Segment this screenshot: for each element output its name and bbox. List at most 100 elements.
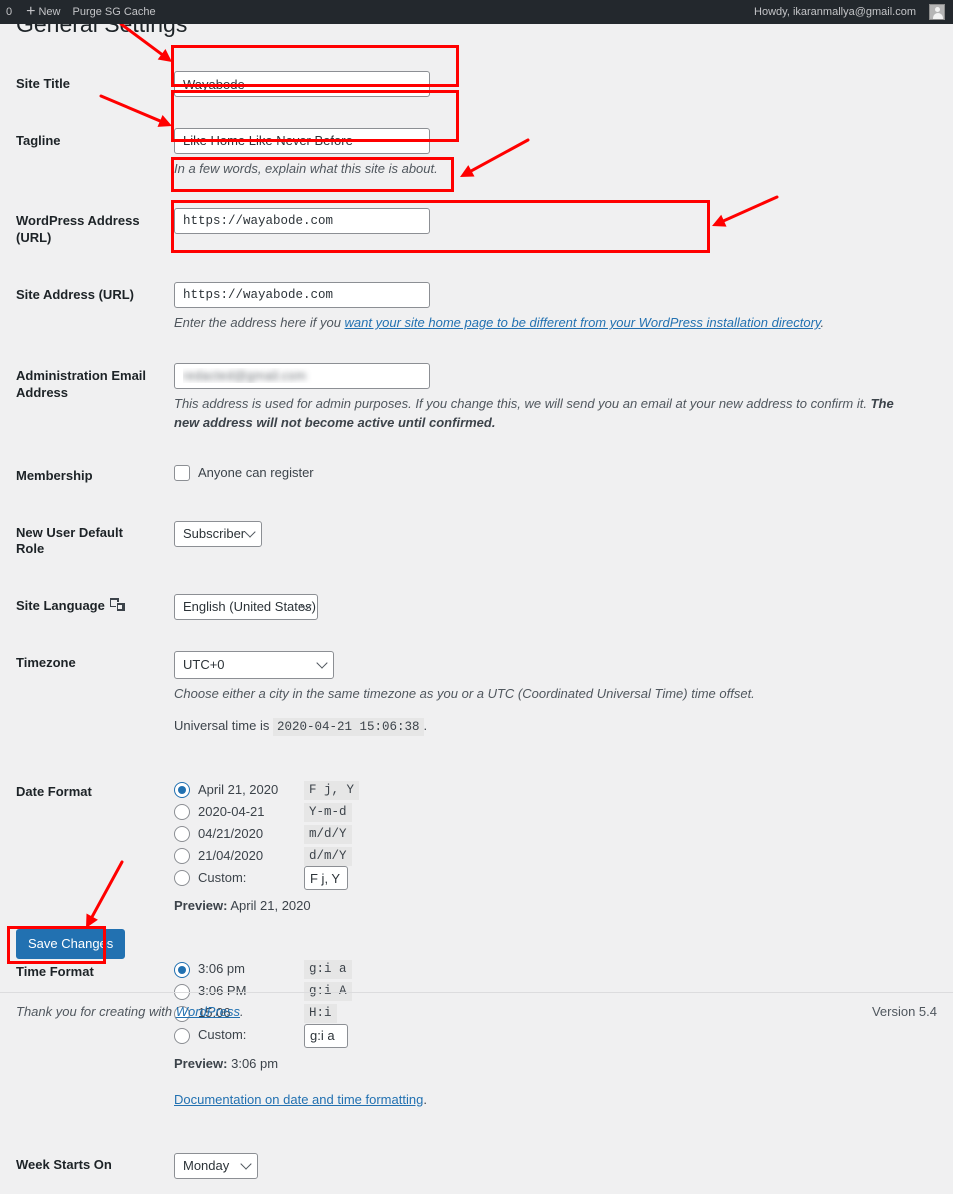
date-format-radio-1[interactable] [174, 804, 190, 821]
footer-version: Version 5.4 [871, 1004, 937, 1019]
row-default-role: New User Default Role Subscriber [0, 505, 940, 579]
time-format-label-custom: Custom: [198, 1027, 247, 1043]
label-site-title: Site Title [16, 76, 70, 91]
row-site-language: Site Language English (United States) [0, 578, 940, 635]
admin-footer: Thank you for creating with WordPress. V… [0, 992, 953, 1019]
default-role-value: Subscriber [183, 525, 246, 541]
date-format-radio-custom[interactable] [174, 870, 190, 887]
site-language-value: English (United States) [183, 599, 316, 615]
time-format-radio-0[interactable] [174, 961, 190, 978]
row-week-starts-on: Week Starts On Monday [0, 1137, 940, 1194]
admin-bar: 0 + New Purge SG Cache Howdy, ikaranmall… [0, 0, 953, 24]
week-starts-on-value: Monday [183, 1157, 230, 1173]
chevron-down-icon [244, 525, 256, 538]
date-format-preview-value: April 21, 2020 [230, 898, 311, 914]
site-language-select[interactable]: English (United States) [174, 594, 318, 621]
footer-wordpress-link[interactable]: WordPress [176, 1004, 240, 1019]
date-format-radio-2[interactable] [174, 826, 190, 843]
date-format-label-0: April 21, 2020 [198, 782, 279, 798]
timezone-value: UTC+0 [183, 657, 225, 673]
label-wordpress-address: WordPress Address (URL) [16, 213, 140, 246]
row-membership: Membership Anyone can register [0, 448, 940, 505]
row-site-title: Site Title [0, 56, 940, 113]
settings-page: General Settings Site Title Tagline In a… [0, 11, 953, 1179]
tagline-description: In a few words, explain what this site i… [174, 160, 438, 176]
universal-time-suffix: . [423, 717, 428, 733]
anyone-can-register-label: Anyone can register [198, 464, 314, 480]
row-tagline: Tagline In a few words, explain what thi… [0, 113, 940, 194]
tagline-input[interactable] [174, 127, 430, 154]
footer-thanks: Thank you for creating with WordPress. [16, 1004, 244, 1019]
label-date-format: Date Format [16, 784, 92, 800]
date-time-docs-link[interactable]: Documentation on date and time formattin… [174, 1092, 423, 1107]
new-content-menu[interactable]: + New [20, 0, 66, 24]
date-format-radio-3[interactable] [174, 848, 190, 865]
site-title-input[interactable] [174, 71, 430, 97]
date-format-option[interactable]: 2020-04-21 Y-m-d [174, 801, 930, 823]
plus-icon: + [26, 3, 36, 20]
site-address-input[interactable] [174, 282, 430, 309]
time-format-option[interactable]: 3:06 pm g:i a [174, 959, 930, 981]
date-format-option[interactable]: 04/21/2020 m/d/Y [174, 823, 930, 845]
user-avatar-icon [929, 4, 945, 20]
label-time-format: Time Format [16, 963, 94, 979]
time-format-radio-custom[interactable] [174, 1027, 190, 1044]
date-format-option-custom[interactable]: Custom: [174, 866, 930, 891]
chevron-down-icon [316, 657, 328, 670]
date-format-code-2: m/d/Y [304, 824, 352, 845]
purge-sg-cache-menu[interactable]: Purge SG Cache [66, 0, 161, 24]
date-format-code-1: Y-m-d [304, 802, 352, 823]
submit-area: Save Changes [16, 929, 126, 959]
row-date-format: Date Format April 21, 2020 F j, Y 2020-0… [0, 764, 940, 943]
date-format-radio-0[interactable] [174, 782, 190, 799]
anyone-can-register-checkbox[interactable] [174, 464, 190, 481]
universal-time-value: 2020-04-21 15:06:38 [272, 717, 424, 736]
membership-checkbox-row[interactable]: Anyone can register [174, 464, 930, 482]
date-format-code-3: d/m/Y [304, 846, 352, 867]
date-format-options: April 21, 2020 F j, Y 2020-04-21 Y-m-d 0… [174, 779, 930, 891]
time-format-preview-value: 3:06 pm [231, 1055, 279, 1071]
week-starts-on-select[interactable]: Monday [174, 1152, 258, 1179]
time-format-preview: Preview: 3:06 pm [174, 1055, 930, 1073]
date-format-label-custom: Custom: [198, 870, 247, 886]
date-format-label-3: 21/04/2020 [198, 848, 264, 864]
universal-time-prefix: Universal time is [174, 717, 270, 733]
time-format-code-2: H:i [304, 1003, 337, 1024]
howdy-label: Howdy, ikaranmallya@gmail.com [754, 6, 916, 18]
row-site-address: Site Address (URL) Enter the address her… [0, 267, 940, 348]
label-week-starts-on: Week Starts On [16, 1156, 112, 1172]
timezone-select[interactable]: UTC+0 [174, 651, 334, 680]
date-format-option[interactable]: 21/04/2020 d/m/Y [174, 845, 930, 867]
row-timezone: Timezone UTC+0 Choose either a city in t… [0, 635, 940, 764]
comments-count[interactable]: 0 [0, 0, 20, 24]
date-format-preview: Preview: April 21, 2020 [174, 897, 930, 915]
account-menu[interactable]: Howdy, ikaranmallya@gmail.com [748, 0, 953, 24]
date-format-custom-input[interactable] [304, 866, 348, 891]
date-format-preview-label: Preview: [174, 898, 228, 914]
wordpress-address-input[interactable] [174, 208, 430, 235]
timezone-description: Choose either a city in the same timezon… [174, 686, 755, 702]
admin-email-input[interactable] [174, 362, 430, 389]
admin-email-desc-a: This address is used for admin purposes.… [174, 395, 871, 411]
admin-email-description: This address is used for admin purposes.… [174, 394, 914, 433]
translation-flag-icon [109, 598, 126, 613]
save-changes-button[interactable]: Save Changes [16, 929, 126, 959]
site-address-desc-suffix: . [820, 315, 825, 331]
site-address-desc-prefix: Enter the address here if you [174, 315, 345, 331]
footer-thanks-prefix: Thank you for creating with [16, 1004, 176, 1019]
default-role-select[interactable]: Subscriber [174, 520, 262, 547]
label-site-language: Site Language [0, 578, 164, 635]
label-default-role: New User Default Role [16, 524, 123, 557]
time-format-preview-label: Preview: [174, 1055, 228, 1071]
time-format-option-custom[interactable]: Custom: [174, 1023, 930, 1048]
site-address-desc-link[interactable]: want your site home page to be different… [345, 315, 821, 330]
footer-thanks-suffix: . [240, 1004, 244, 1019]
date-format-label-2: 04/21/2020 [198, 826, 264, 842]
date-time-docs-suffix: . [423, 1091, 427, 1107]
general-settings-form: Site Title Tagline In a few words, expla… [0, 56, 940, 1194]
time-format-option[interactable]: 15:06 H:i [174, 1003, 930, 1025]
row-time-format: Time Format 3:06 pm g:i a 3:06 PM g:i A [0, 944, 940, 1137]
time-format-custom-input[interactable] [304, 1023, 348, 1048]
date-format-option[interactable]: April 21, 2020 F j, Y [174, 779, 930, 801]
site-language-label-text: Site Language [16, 598, 105, 614]
